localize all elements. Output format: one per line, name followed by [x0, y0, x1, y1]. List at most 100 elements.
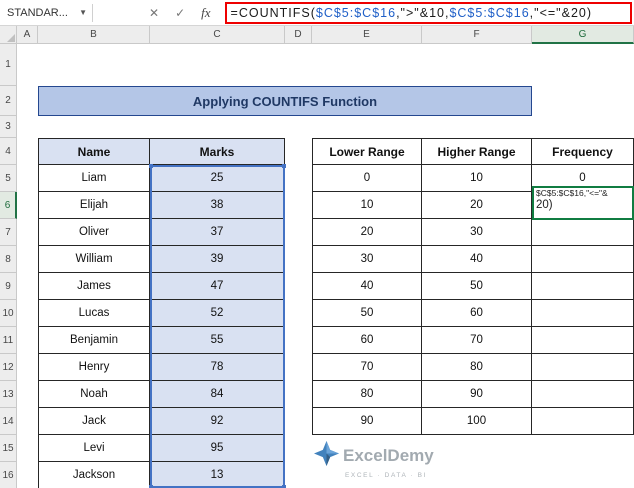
cell-B12[interactable]: Henry — [38, 354, 150, 381]
banner-title[interactable]: Applying COUNTIFS Function — [38, 86, 532, 116]
cell-F13[interactable]: 90 — [422, 381, 532, 408]
row-header-5[interactable]: 5 — [0, 165, 17, 192]
cell-B6[interactable]: Elijah — [38, 192, 150, 219]
name-box-dropdown-icon[interactable]: ▼ — [74, 8, 92, 17]
column-header-d[interactable]: D — [285, 26, 312, 44]
cell-B4[interactable]: Name — [38, 138, 150, 165]
cell-B15[interactable]: Levi — [38, 435, 150, 462]
cell-F5[interactable]: 10 — [422, 165, 532, 192]
cell-E8[interactable]: 30 — [312, 246, 422, 273]
cell-B14[interactable]: Jack — [38, 408, 150, 435]
cell-E12[interactable]: 70 — [312, 354, 422, 381]
name-box[interactable]: STANDAR... ▼ — [0, 0, 92, 25]
cell-F6[interactable]: 20 — [422, 192, 532, 219]
cell-G7[interactable] — [532, 219, 634, 246]
column-header-f[interactable]: F — [422, 26, 532, 44]
cell-C8[interactable]: 39 — [150, 246, 285, 273]
formula-bar: STANDAR... ▼ ✕ ✓ fx =COUNTIFS($C$5:$C$16… — [0, 0, 634, 26]
cell-B9[interactable]: James — [38, 273, 150, 300]
cell-F9[interactable]: 50 — [422, 273, 532, 300]
cell-F10[interactable]: 60 — [422, 300, 532, 327]
cell-C5[interactable]: 25 — [150, 165, 285, 192]
cell-F7[interactable]: 30 — [422, 219, 532, 246]
cell-C7[interactable]: 37 — [150, 219, 285, 246]
row-header-1[interactable]: 1 — [0, 44, 17, 86]
worksheet: A B C D E F G 1 2 3 4 5 6 7 8 9 10 11 12 13 14 15 16 Applying C… — [0, 26, 634, 488]
row-header-9[interactable]: 9 — [0, 273, 17, 300]
row-header-15[interactable]: 15 — [0, 435, 17, 462]
column-header-c[interactable]: C — [150, 26, 285, 44]
separator — [92, 3, 93, 22]
cell-G10[interactable] — [532, 300, 634, 327]
row-header-14[interactable]: 14 — [0, 408, 17, 435]
watermark-brand: ExcelDemy — [343, 446, 434, 465]
cell-E13[interactable]: 80 — [312, 381, 422, 408]
cell-C12[interactable]: 78 — [150, 354, 285, 381]
cell-B7[interactable]: Oliver — [38, 219, 150, 246]
cell-B13[interactable]: Noah — [38, 381, 150, 408]
row-header-2[interactable]: 2 — [0, 86, 17, 116]
cell-F4[interactable]: Higher Range — [422, 138, 532, 165]
select-all-button[interactable] — [0, 26, 17, 44]
cell-F11[interactable]: 70 — [422, 327, 532, 354]
row-header-8[interactable]: 8 — [0, 246, 17, 273]
sheet-grid: A B C D E F G 1 2 3 4 5 6 7 8 9 10 11 12 13 14 15 16 Applying C… — [0, 26, 634, 488]
enter-icon[interactable]: ✓ — [167, 0, 193, 25]
cell-G12[interactable] — [532, 354, 634, 381]
cell-B8[interactable]: William — [38, 246, 150, 273]
name-box-value: STANDAR... — [7, 6, 68, 19]
cell-G9[interactable] — [532, 273, 634, 300]
cell-F12[interactable]: 80 — [422, 354, 532, 381]
cell-C15[interactable]: 95 — [150, 435, 285, 462]
formula-input[interactable]: =COUNTIFS($C$5:$C$16,">"&10,$C$5:$C$16,"… — [224, 1, 632, 24]
cell-C4[interactable]: Marks — [150, 138, 285, 165]
cell-E4[interactable]: Lower Range — [312, 138, 422, 165]
cell-C6[interactable]: 38 — [150, 192, 285, 219]
column-header-e[interactable]: E — [312, 26, 422, 44]
row-header-16[interactable]: 16 — [0, 462, 17, 488]
cell-F14[interactable]: 100 — [422, 408, 532, 435]
row-header-10[interactable]: 10 — [0, 300, 17, 327]
row-header-11[interactable]: 11 — [0, 327, 17, 354]
column-header-a[interactable]: A — [17, 26, 38, 44]
cell-C9[interactable]: 47 — [150, 273, 285, 300]
cancel-icon[interactable]: ✕ — [141, 0, 167, 25]
cell-B10[interactable]: Lucas — [38, 300, 150, 327]
column-header-b[interactable]: B — [38, 26, 150, 44]
row-header-12[interactable]: 12 — [0, 354, 17, 381]
cell-G8[interactable] — [532, 246, 634, 273]
cell-E6[interactable]: 10 — [312, 192, 422, 219]
cell-E14[interactable]: 90 — [312, 408, 422, 435]
cell-C10[interactable]: 52 — [150, 300, 285, 327]
cell-C13[interactable]: 84 — [150, 381, 285, 408]
row-header-4[interactable]: 4 — [0, 138, 17, 165]
cell-G13[interactable] — [532, 381, 634, 408]
insert-function-icon[interactable]: fx — [193, 0, 218, 25]
cell-G6-edit-box[interactable]: $C$5:$C$16,"<="& 20) — [532, 186, 634, 220]
cell-E10[interactable]: 50 — [312, 300, 422, 327]
formula-part: =COUNTIFS( — [230, 5, 316, 20]
row-header-3[interactable]: 3 — [0, 116, 17, 138]
column-header-g[interactable]: G — [532, 26, 634, 44]
cell-G11[interactable] — [532, 327, 634, 354]
cell-C16[interactable]: 13 — [150, 462, 285, 488]
exceldemy-logo-icon — [314, 441, 339, 471]
edit-formula-overflow: $C$5:$C$16,"<="& — [536, 188, 608, 198]
cell-E5[interactable]: 0 — [312, 165, 422, 192]
cell-E9[interactable]: 40 — [312, 273, 422, 300]
cell-E11[interactable]: 60 — [312, 327, 422, 354]
cell-C11[interactable]: 55 — [150, 327, 285, 354]
row-header-7[interactable]: 7 — [0, 219, 17, 246]
cell-E7[interactable]: 20 — [312, 219, 422, 246]
cell-B16[interactable]: Jackson — [38, 462, 150, 488]
cell-G14[interactable] — [532, 408, 634, 435]
watermark-tagline: EXCEL · DATA · BI — [345, 472, 427, 479]
cell-B5[interactable]: Liam — [38, 165, 150, 192]
cell-C14[interactable]: 92 — [150, 408, 285, 435]
row-header-6[interactable]: 6 — [0, 192, 17, 219]
edit-formula-tail: 20) — [536, 199, 553, 211]
row-header-13[interactable]: 13 — [0, 381, 17, 408]
cell-B11[interactable]: Benjamin — [38, 327, 150, 354]
cell-F8[interactable]: 40 — [422, 246, 532, 273]
cell-G4[interactable]: Frequency — [532, 138, 634, 165]
